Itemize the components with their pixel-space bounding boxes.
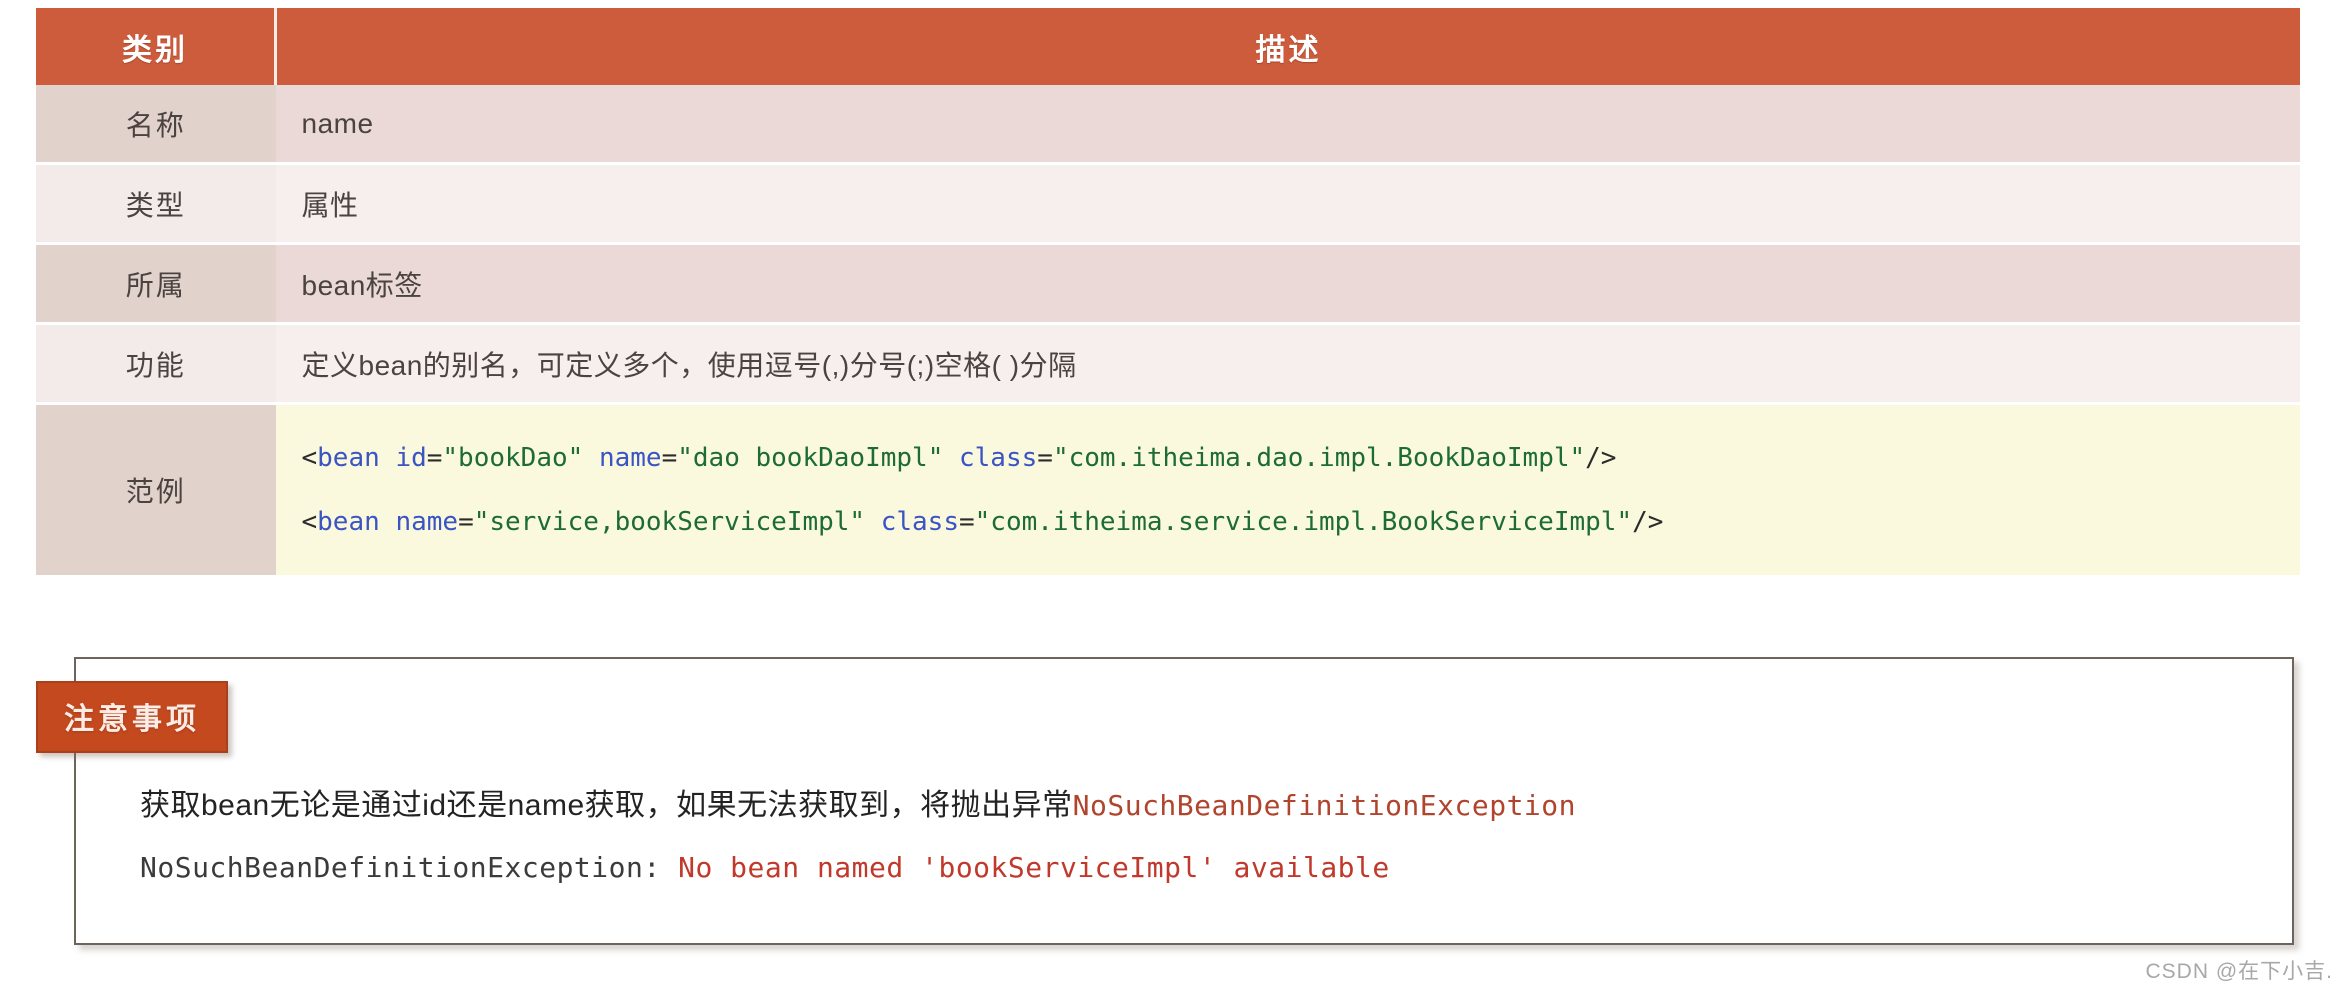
row-value: 定义bean的别名，可定义多个，使用逗号(,)分号(;)空格( )分隔 <box>275 323 2300 405</box>
row-category-label: 所属 <box>36 243 276 325</box>
table-row-example: 范例 <bean id="bookDao" name="dao bookDaoI… <box>36 403 2301 575</box>
table-body: 名称 name 类型 属性 所属 bean标签 功能 定义bean的别名，可定义… <box>36 85 2300 575</box>
row-category-label: 类型 <box>36 163 276 245</box>
notice-line-1: 获取bean无论是通过id还是name获取，如果无法获取到，将抛出异常NoSuc… <box>140 775 1576 837</box>
csdn-watermark: CSDN @在下小吉. <box>2145 960 2333 983</box>
table-row: 所属 bean标签 <box>36 243 2300 325</box>
table-row: 功能 定义bean的别名，可定义多个，使用逗号(,)分号(;)空格( )分隔 <box>36 323 2300 405</box>
row-value: 属性 <box>275 163 2300 245</box>
code-token: "com.itheima.dao.impl.BookDaoImpl" <box>1052 443 1586 473</box>
code-token: bean <box>317 443 380 473</box>
row-value: name <box>275 85 2300 165</box>
code-token: < <box>301 507 318 537</box>
code-token: name <box>395 507 459 537</box>
row-category-label: 名称 <box>36 85 276 165</box>
code-token: class <box>880 507 959 537</box>
bean-name-attribute-table: 类别 描述 名称 name 类型 属性 所属 bean标签 功能 定义bean的… <box>36 8 2300 575</box>
row-category-label: 功能 <box>36 323 276 405</box>
code-line: <bean id="bookDao" name="dao bookDaoImpl… <box>302 426 2301 490</box>
code-token: = <box>458 507 474 537</box>
table-head: 类别 描述 <box>36 8 2300 85</box>
notice-badge: 注意事项 <box>36 681 228 753</box>
code-token: = <box>426 443 443 473</box>
row-category-label: 范例 <box>36 403 276 575</box>
code-token: "com.itheima.service.impl.BookServiceImp… <box>974 507 1633 537</box>
code-token: = <box>1037 443 1053 473</box>
code-token: "bookDao" <box>442 443 584 473</box>
code-token: /> <box>1585 443 1617 473</box>
notice-section: 注意事项 获取bean无论是通过id还是name获取，如果无法获取到，将抛出异常… <box>36 645 2294 945</box>
code-token: < <box>301 443 318 473</box>
notice-exception-label: NoSuchBeanDefinitionException: <box>140 851 679 884</box>
code-token: bean <box>317 507 380 537</box>
table-row: 名称 name <box>36 85 2300 165</box>
code-token: name <box>598 443 662 473</box>
code-token: = <box>661 443 678 473</box>
column-header-description: 描述 <box>275 8 2300 85</box>
table-header-row: 类别 描述 <box>36 8 2300 85</box>
notice-content: 获取bean无论是通过id还是name获取，如果无法获取到，将抛出异常NoSuc… <box>140 775 1576 899</box>
notice-exception-name: NoSuchBeanDefinitionException <box>1072 789 1577 822</box>
code-token: "service,bookServiceImpl" <box>473 507 866 537</box>
code-token: = <box>959 507 975 537</box>
notice-line-2: NoSuchBeanDefinitionException: No bean n… <box>140 837 1576 899</box>
notice-line-1-text: 获取bean无论是通过id还是name获取，如果无法获取到，将抛出异常 <box>140 789 1073 822</box>
table-row: 类型 属性 <box>36 163 2300 245</box>
code-token: "dao bookDaoImpl" <box>677 443 944 473</box>
code-sample-block: <bean id="bookDao" name="dao bookDaoImpl… <box>275 403 2301 575</box>
code-token: /> <box>1632 507 1664 537</box>
code-line: <bean name="service,bookServiceImpl" cla… <box>302 490 2301 554</box>
notice-exception-message: No bean named 'bookServiceImpl' availabl… <box>678 851 1390 884</box>
code-token: id <box>395 443 427 473</box>
row-value: bean标签 <box>275 243 2300 325</box>
code-token: class <box>959 443 1038 473</box>
column-header-category: 类别 <box>36 8 277 85</box>
